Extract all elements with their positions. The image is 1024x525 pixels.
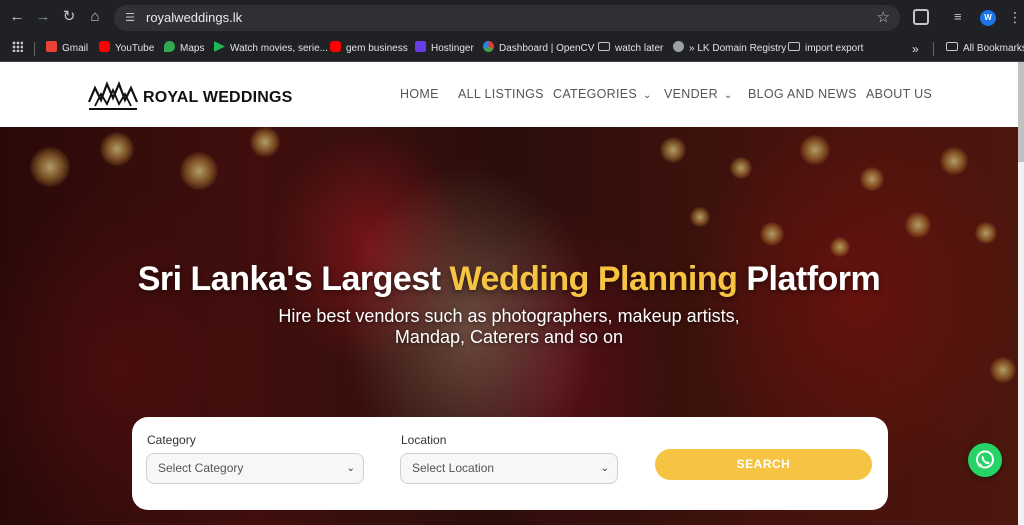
nav-blog-and-news[interactable]: BLOG AND NEWS [748,87,857,101]
nav-label: BLOG AND NEWS [748,87,857,101]
bookmark-opencv[interactable]: Dashboard | OpenCV [483,41,594,57]
search-button[interactable]: SEARCH [655,449,872,480]
whatsapp-icon [976,450,994,469]
hero-title-part: Platform [737,260,881,298]
hero-subtitle: Hire best vendors such as photographers,… [0,306,1018,348]
bookmark-label: import export [805,43,864,54]
bookmark-label: watch later [615,43,664,54]
bookmarks-bar: Gmail YouTube Maps Watch movies, serie..… [0,35,1024,62]
bookmark-label: » LK Domain Registry [689,43,787,54]
page-scrollbar[interactable] [1018,62,1024,525]
bookmark-label: Hostinger [431,43,474,54]
nav-about-us[interactable]: ABOUT US [866,87,932,101]
nav-label: VENDER [664,87,718,101]
bookmark-maps[interactable]: Maps [164,41,204,57]
back-arrow-icon[interactable]: ← [8,8,26,26]
folder-icon [598,42,610,51]
bookmark-gmail[interactable]: Gmail [46,41,88,57]
bookmark-watch-movies[interactable]: Watch movies, serie... [214,41,328,57]
home-icon[interactable]: ⌂ [86,8,104,26]
bookmark-youtube[interactable]: YouTube [99,41,154,57]
location-label: Location [401,433,447,447]
more-bookmarks-button[interactable]: » [912,41,919,57]
bookmarks-divider [34,42,35,56]
bookmark-hostinger[interactable]: Hostinger [415,41,474,57]
nav-categories[interactable]: CATEGORIES ⌄ [553,87,652,101]
site-header: ROYAL WEDDINGS HOME ALL LISTINGS CATEGOR… [0,62,1024,127]
bookmark-label: Gmail [62,43,89,54]
hero-title-part: Sri Lanka's Largest [137,260,450,298]
extensions-icon[interactable] [913,9,929,25]
apps-grid-icon[interactable] [12,41,23,57]
address-bar[interactable]: ☰ royalweddings.lk ☆ [114,5,900,31]
bookmarks-divider [933,42,934,56]
bookmark-watch-later[interactable]: watch later [598,41,663,57]
nav-all-listings[interactable]: ALL LISTINGS [458,87,544,101]
bookmark-lk-domain[interactable]: » LK Domain Registry [673,41,786,57]
web-page: ROYAL WEDDINGS HOME ALL LISTINGS CATEGOR… [0,62,1024,525]
bookmark-star-icon[interactable]: ☆ [877,9,890,27]
hero-title-highlight: Wedding Planning [449,260,738,298]
nav-label: HOME [400,87,439,101]
chevron-down-icon: ⌄ [643,90,652,101]
hostinger-icon [415,41,426,52]
location-select-value: Select Location [412,461,495,475]
bookmark-label: Dashboard | OpenCV [499,43,595,54]
nav-label: CATEGORIES [553,87,638,101]
youtube-icon [99,41,110,52]
bookmark-label: All Bookmarks [963,43,1024,54]
hero-banner: Sri Lanka's Largest Wedding Planning Pla… [0,127,1018,525]
youtube-icon [330,41,341,52]
bookmark-gem-business[interactable]: gem business [330,41,408,57]
hero-subtitle-line: Mandap, Caterers and so on [394,327,624,347]
forward-arrow-icon[interactable]: → [34,8,52,26]
crown-logo-icon [87,81,139,110]
browser-toolbar: ← → ↻ ⌂ ☰ royalweddings.lk ☆ ≡ W ⋮ [0,0,1024,35]
category-select-value: Select Category [158,461,244,475]
chevron-down-icon: ⌄ [600,463,609,474]
gmail-icon [46,41,57,52]
hero-subtitle-line: Hire best vendors such as photographers,… [278,306,740,326]
globe-icon [673,41,684,52]
chevron-down-icon: ⌄ [723,90,733,101]
nav-vender[interactable]: VENDER ⌄ [664,87,733,101]
opencv-icon [483,41,494,52]
category-label: Category [147,433,196,447]
category-select[interactable]: Select Category ⌄ [146,453,364,484]
bookmark-import-export[interactable]: import export [788,41,863,57]
whatsapp-chat-button[interactable] [968,443,1002,477]
scrollbar-thumb[interactable] [1018,62,1024,162]
maps-pin-icon [164,41,175,52]
nav-label: ABOUT US [866,87,933,101]
profile-avatar[interactable]: W [980,10,996,26]
bookmark-label: YouTube [115,43,155,54]
nav-label: ALL LISTINGS [458,87,544,101]
menu-dots-icon[interactable]: ⋮ [1008,8,1022,26]
bookmark-label: gem business [346,43,408,54]
bookmark-label: Watch movies, serie... [230,43,328,54]
bookmark-label: Maps [180,43,205,54]
hero-title: Sri Lanka's Largest Wedding Planning Pla… [0,260,1018,299]
all-bookmarks-button[interactable]: All Bookmarks [946,41,1024,57]
site-info-icon[interactable]: ☰ [122,10,138,26]
play-icon [214,41,225,52]
url-text: royalweddings.lk [146,10,243,25]
nav-home[interactable]: HOME [400,87,439,101]
folder-icon [946,42,958,51]
folder-icon [788,42,800,51]
chevron-down-icon: ⌄ [346,463,355,474]
reload-icon[interactable]: ↻ [60,8,78,26]
media-control-icon[interactable]: ≡ [954,10,962,24]
search-form: Category Select Category ⌄ Location Selec… [132,417,888,510]
location-select[interactable]: Select Location ⌄ [400,453,618,484]
logo-text: ROYAL WEDDINGS [143,89,293,106]
